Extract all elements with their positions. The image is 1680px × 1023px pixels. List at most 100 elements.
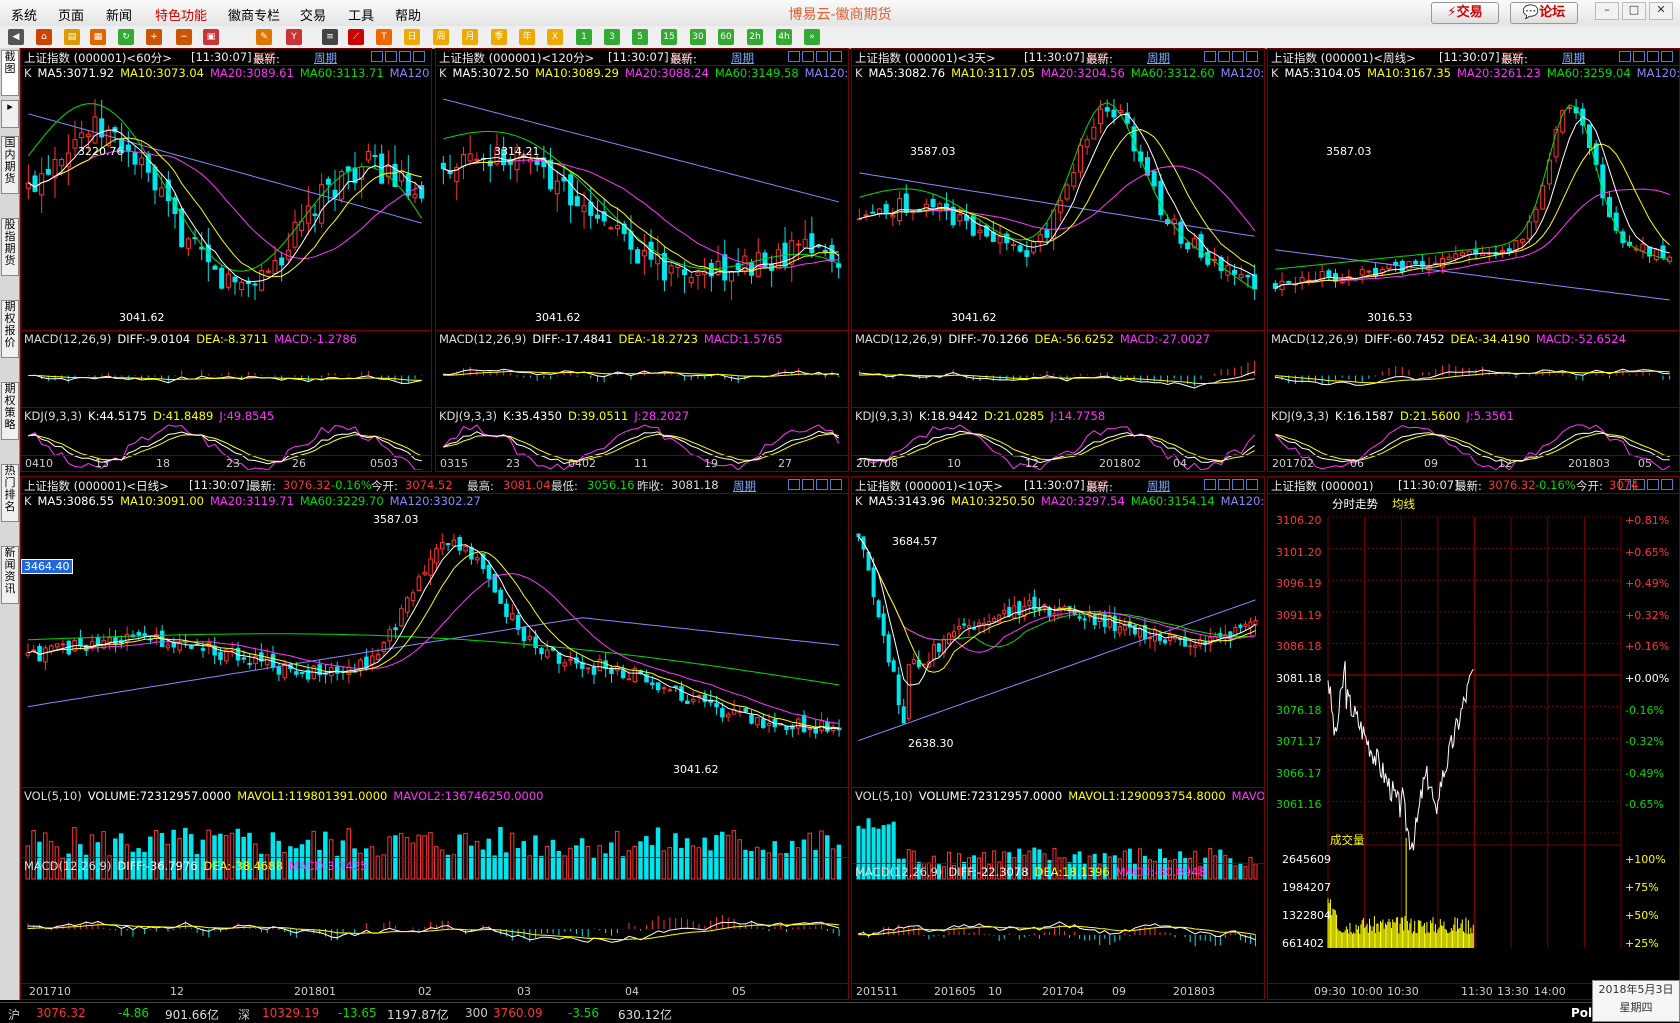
maximize-icon[interactable]: □: [1622, 2, 1646, 20]
prev-icon[interactable]: [1204, 479, 1216, 490]
folder-icon[interactable]: ▤: [64, 29, 80, 45]
candle-body: [876, 208, 882, 214]
year-icon[interactable]: 年: [519, 29, 535, 45]
forum-button[interactable]: 💬论坛: [1510, 2, 1578, 24]
macd-dea-line: [1275, 370, 1670, 384]
candle-body: [379, 153, 385, 184]
maximize-panel-icon[interactable]: [1246, 51, 1258, 62]
daily-icon[interactable]: 日: [404, 29, 420, 45]
period-link[interactable]: 周期: [1562, 50, 1585, 65]
candle-body: [85, 133, 91, 138]
more-icon[interactable]: »: [804, 29, 820, 45]
maximize-panel-icon[interactable]: [830, 51, 842, 62]
tab-index-futures[interactable]: 股指期货: [1, 218, 19, 276]
tab-expand-arrow[interactable]: ▸: [1, 100, 19, 128]
next-icon[interactable]: [1633, 51, 1645, 62]
quarter-icon[interactable]: 季: [491, 29, 507, 45]
menu-column[interactable]: 徽商专栏: [228, 5, 280, 24]
x-tick-label: 201801: [294, 985, 336, 998]
prev-icon[interactable]: [371, 51, 383, 62]
chart-panel-daily[interactable]: 上证指数 (000001)<日线> [11:30:07] 最新: 3076.32 -0.…: [20, 476, 849, 1000]
candle-body: [801, 714, 807, 733]
sh-change: -4.86: [118, 1006, 150, 1020]
chart-draw-icon[interactable]: ✎: [256, 29, 272, 45]
prev-icon[interactable]: [1204, 51, 1216, 62]
zoom-in-icon[interactable]: +: [146, 29, 162, 45]
m5-icon[interactable]: 5: [632, 29, 648, 45]
maximize-panel-icon[interactable]: [1661, 51, 1673, 62]
prev-icon[interactable]: [1619, 479, 1631, 490]
tab-hot-ranking[interactable]: 热门排名: [1, 464, 19, 522]
prev-icon[interactable]: [788, 479, 800, 490]
trade-button[interactable]: ⚡交易: [1431, 2, 1499, 24]
period-link[interactable]: 周期: [731, 50, 754, 65]
tab-news[interactable]: 新闻资讯: [1, 546, 19, 604]
menu-trade[interactable]: 交易: [300, 5, 326, 24]
restore-icon[interactable]: [399, 51, 411, 62]
prev-icon[interactable]: [1619, 51, 1631, 62]
m15-icon[interactable]: 15: [661, 29, 677, 45]
restore-icon[interactable]: [1232, 51, 1244, 62]
layout-icon[interactable]: ▣: [203, 29, 219, 45]
next-icon[interactable]: [385, 51, 397, 62]
close-icon[interactable]: ✕: [1649, 2, 1673, 20]
m60-icon[interactable]: 60: [718, 29, 734, 45]
m3-icon[interactable]: 3: [604, 29, 620, 45]
menu-features[interactable]: 特色功能: [155, 5, 207, 24]
tab-option-quotes[interactable]: 期权报价: [1, 300, 19, 358]
chart-panel-3day[interactable]: 上证指数 (000001)<3天> [11:30:07] 最新: 307 周期 K MA5:…: [851, 48, 1265, 472]
period-link[interactable]: 周期: [1147, 50, 1170, 65]
next-icon[interactable]: [1218, 479, 1230, 490]
h2-icon[interactable]: 2h: [747, 29, 763, 45]
prev-icon[interactable]: [788, 51, 800, 62]
week-icon[interactable]: 周: [433, 29, 449, 45]
next-icon[interactable]: [802, 51, 814, 62]
kdj-legend: KDJ(9,3,3) K:44.5175 D:41.8489 J:49.8545: [21, 409, 431, 425]
m30-icon[interactable]: 30: [690, 29, 706, 45]
restore-icon[interactable]: [816, 479, 828, 490]
period-link[interactable]: 周期: [1147, 478, 1170, 493]
next-icon[interactable]: [802, 479, 814, 490]
period-link[interactable]: 周期: [314, 50, 337, 65]
candle-body: [1132, 625, 1137, 635]
maximize-panel-icon[interactable]: [413, 51, 425, 62]
maximize-panel-icon[interactable]: [1661, 479, 1673, 490]
minimize-icon[interactable]: –: [1595, 2, 1619, 20]
m1-icon[interactable]: 1: [576, 29, 592, 45]
menu-news[interactable]: 新闻: [106, 5, 132, 24]
tab-screenshot[interactable]: 截图: [1, 50, 19, 96]
sh-value: 3076.32: [36, 1006, 86, 1020]
chart-panel-10day[interactable]: 上证指数 (000001)<10天> [11:30:07] 最新: 307 周期 K MA5…: [851, 476, 1265, 1000]
restore-icon[interactable]: [816, 51, 828, 62]
line-chart-icon[interactable]: ⟋: [348, 29, 364, 45]
refresh-icon[interactable]: ↻: [118, 29, 134, 45]
menu-help[interactable]: 帮助: [395, 5, 421, 24]
tab-option-strategy[interactable]: 期权策略: [1, 382, 19, 440]
maximize-panel-icon[interactable]: [830, 479, 842, 490]
chart-panel-intraday[interactable]: 上证指数 (000001) [11:30:07] 最新: 3076.32 -0.16% 今…: [1267, 476, 1680, 1000]
tick-icon[interactable]: T: [376, 29, 392, 45]
menu-page[interactable]: 页面: [58, 5, 84, 24]
menu-tools[interactable]: 工具: [348, 5, 374, 24]
menu-system[interactable]: 系统: [11, 5, 37, 24]
chart-panel-60min[interactable]: 上证指数 (000001)<60分> [11:30:07] 最新: 307 周期 K MA5…: [20, 48, 432, 472]
h4-icon[interactable]: 4h: [776, 29, 792, 45]
alert-icon[interactable]: Y: [286, 29, 302, 45]
period-link[interactable]: 周期: [733, 478, 756, 493]
maximize-panel-icon[interactable]: [1246, 479, 1258, 490]
next-icon[interactable]: [1633, 479, 1645, 490]
home-icon[interactable]: ⌂: [36, 29, 52, 45]
calendar-icon[interactable]: ▦: [90, 29, 106, 45]
restore-icon[interactable]: [1232, 479, 1244, 490]
next-icon[interactable]: [1218, 51, 1230, 62]
multi-icon[interactable]: X: [547, 29, 563, 45]
month-icon[interactable]: 月: [462, 29, 478, 45]
restore-icon[interactable]: [1647, 51, 1659, 62]
chart-panel-120min[interactable]: 上证指数 (000001)<120分> [11:30:07] 最新: 307 周期 K MA…: [435, 48, 849, 472]
zoom-out-icon[interactable]: −: [176, 29, 192, 45]
list-icon[interactable]: ≡: [322, 29, 338, 45]
tab-domestic-futures[interactable]: 国内期货: [1, 136, 19, 194]
chart-panel-weekly[interactable]: 上证指数 (000001)<周线> [11:30:07] 最新: 307 周期 K MA5:…: [1267, 48, 1680, 472]
restore-icon[interactable]: [1647, 479, 1659, 490]
back-icon[interactable]: ◀: [8, 29, 24, 45]
